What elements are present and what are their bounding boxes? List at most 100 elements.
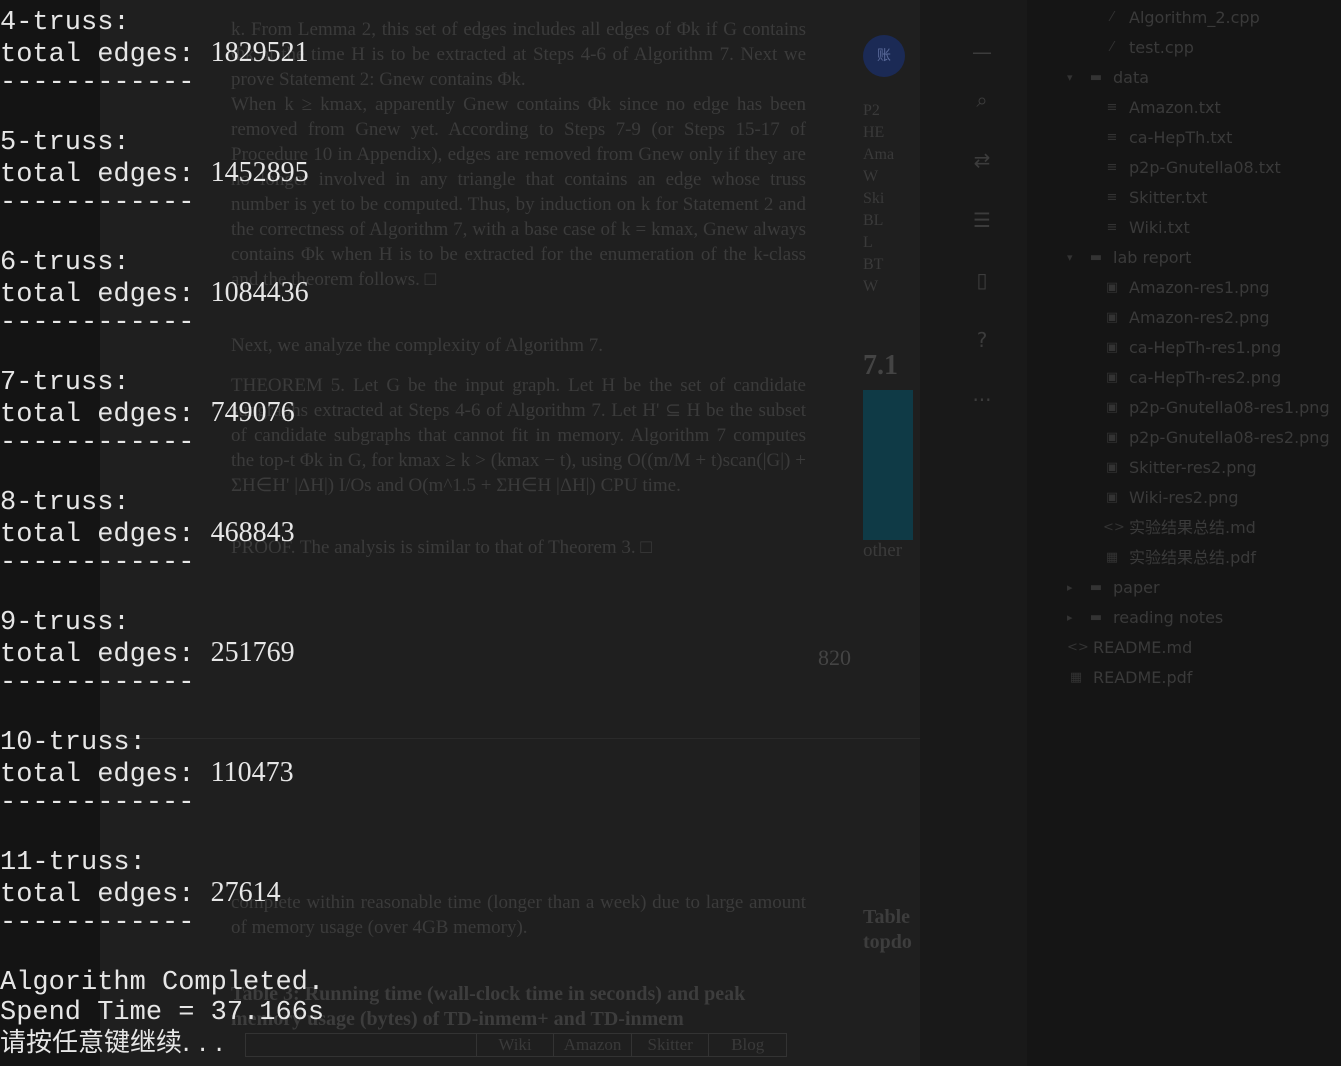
chevron-right-icon[interactable]: ▸ [1067, 603, 1079, 633]
total-edges-line: total edges: 251769 [0, 638, 920, 671]
markdown-file-icon: <> [1103, 520, 1125, 535]
explorer-item-label: Amazon.txt [1129, 98, 1221, 117]
truss-heading: 4-truss: [0, 8, 130, 38]
chevron-down-icon[interactable]: ▾ [1067, 243, 1079, 273]
text-file-icon: ≡ [1106, 220, 1118, 235]
separator-line: ------------ [0, 428, 195, 458]
chevron-down-icon[interactable]: ▾ [1067, 63, 1079, 93]
total-edges-line: total edges: 27614 [0, 877, 920, 911]
text-file-icon: ≡ [1106, 100, 1118, 115]
total-edges-line: total edges: 468843 [0, 517, 920, 551]
explorer-item-label: data [1113, 68, 1150, 87]
explorer-item-label: paper [1113, 578, 1160, 597]
explorer-file[interactable]: ▣ Skitter-res2.png [1103, 453, 1257, 483]
total-edges-line: total edges: 749076 [0, 398, 920, 431]
image-file-icon: ▣ [1105, 340, 1119, 355]
total-edges-line: total edges: 110473 [0, 757, 920, 791]
explorer-folder[interactable]: ▸ ▬ paper [1067, 573, 1160, 603]
press-any-key-prompt: 请按任意键继续. . . [0, 1028, 224, 1058]
cpp-file-icon: ⁄ [1110, 40, 1114, 55]
explorer-file[interactable]: ▣ Amazon-res1.png [1103, 273, 1270, 303]
explorer-file[interactable]: ▣ ca-HepTh-res1.png [1103, 333, 1281, 363]
truss-heading: 6-truss: [0, 248, 130, 278]
pdf-file-icon: ▦ [1105, 550, 1119, 565]
explorer-file[interactable]: ▣ Amazon-res2.png [1103, 303, 1270, 333]
explorer-item-label: README.md [1093, 638, 1193, 657]
total-edges-value: 1829521 [210, 37, 309, 68]
search-icon[interactable]: ⌕ [970, 88, 994, 112]
explorer-file[interactable]: ≡ Amazon.txt [1103, 93, 1221, 123]
explorer-folder[interactable]: ▾ ▬ lab report [1067, 243, 1191, 273]
explorer-file[interactable]: ▣ Wiki-res2.png [1103, 483, 1239, 513]
markdown-file-icon: <> [1067, 640, 1089, 655]
explorer-item-label: ca-HepTh-res1.png [1129, 338, 1282, 357]
explorer-item-label: p2p-Gnutella08-res1.png [1129, 398, 1330, 417]
folder-icon: ▬ [1089, 250, 1103, 265]
explorer-item-label: ca-HepTh-res2.png [1129, 368, 1282, 387]
folder-icon: ▬ [1089, 610, 1103, 625]
truss-block: 9-truss: total edges: 251769 ------------ [0, 608, 920, 698]
truss-block: 10-truss: total edges: 110473 ------------ [0, 728, 920, 818]
explorer-folder[interactable]: ▸ ▬ reading notes [1067, 603, 1223, 633]
truss-heading: 8-truss: [0, 488, 130, 518]
image-file-icon: ▣ [1105, 460, 1119, 475]
total-edges-label: total edges: [0, 280, 211, 310]
spend-time-line: Spend Time = 37.166s [0, 998, 325, 1028]
explorer-file[interactable]: ▦ 实验结果总结.pdf [1103, 543, 1256, 573]
image-file-icon: ▣ [1105, 280, 1119, 295]
explorer-file[interactable]: ▣ p2p-Gnutella08-res1.png [1103, 393, 1330, 423]
total-edges-value: 27614 [210, 877, 281, 908]
total-edges-line: total edges: 1084436 [0, 277, 920, 311]
explorer-file[interactable]: ⁄ test.cpp [1103, 33, 1194, 63]
image-file-icon: ▣ [1105, 310, 1119, 325]
explorer-item-label: p2p-Gnutella08.txt [1129, 158, 1281, 177]
explorer-item-label: 实验结果总结.md [1129, 518, 1256, 537]
help-icon[interactable]: ? [970, 328, 994, 352]
text-file-icon: ≡ [1106, 130, 1118, 145]
truss-block: 11-truss: total edges: 27614 ------------ [0, 848, 920, 938]
truss-block: 8-truss: total edges: 468843 ------------ [0, 488, 920, 578]
total-edges-value: 468843 [210, 517, 295, 548]
explorer-item-label: Skitter-res2.png [1129, 458, 1257, 477]
separator-line: ------------ [0, 68, 195, 98]
separator-line: ------------ [0, 188, 195, 218]
total-edges-label: total edges: [0, 760, 211, 790]
explorer-file[interactable]: ≡ ca-HepTh.txt [1103, 123, 1233, 153]
total-edges-value: 110473 [210, 757, 294, 788]
total-edges-label: total edges: [0, 640, 211, 670]
total-edges-label: total edges: [0, 40, 211, 70]
explorer-file[interactable]: ▣ p2p-Gnutella08-res2.png [1103, 423, 1330, 453]
total-edges-value: 1452895 [210, 157, 309, 188]
explorer-item-label: Skitter.txt [1129, 188, 1208, 207]
total-edges-line: total edges: 1452895 [0, 157, 920, 191]
status-line: Algorithm Completed. [0, 968, 325, 998]
explorer-file[interactable]: <> 实验结果总结.md [1103, 513, 1256, 543]
more-icon[interactable]: ··· [970, 388, 994, 412]
explorer-item-label: Wiki.txt [1129, 218, 1190, 237]
total-edges-value: 1084436 [210, 277, 309, 308]
image-file-icon: ▣ [1105, 430, 1119, 445]
explorer-file[interactable]: ≡ Wiki.txt [1103, 213, 1190, 243]
separator-line: ------------ [0, 308, 195, 338]
pdf-file-icon: ▦ [1069, 670, 1083, 685]
translate-icon[interactable]: ⇄ [970, 148, 994, 172]
book-icon[interactable]: ▯ [970, 268, 994, 292]
console-output: 4-truss: total edges: 1829521 ------------… [0, 8, 920, 1058]
explorer-folder[interactable]: ▾ ▬ data [1067, 63, 1149, 93]
separator-line: ------------ [0, 788, 195, 818]
separator-line: ------------ [0, 668, 195, 698]
explorer-file[interactable]: <> README.md [1067, 633, 1192, 663]
folder-icon: ▬ [1089, 70, 1103, 85]
chevron-right-icon[interactable]: ▸ [1067, 573, 1079, 603]
explorer-file[interactable]: ▣ ca-HepTh-res2.png [1103, 363, 1281, 393]
image-file-icon: ▣ [1105, 370, 1119, 385]
explorer-item-label: Amazon-res1.png [1129, 278, 1270, 297]
explorer-file[interactable]: ≡ p2p-Gnutella08.txt [1103, 153, 1281, 183]
truss-heading: 7-truss: [0, 368, 130, 398]
explorer-file[interactable]: ≡ Skitter.txt [1103, 183, 1208, 213]
text-file-icon: ≡ [1106, 160, 1118, 175]
explorer-file[interactable]: ⁄ Algorithm_2.cpp [1103, 3, 1260, 33]
minus-icon[interactable]: — [970, 40, 994, 64]
explorer-file[interactable]: ▦ README.pdf [1067, 663, 1193, 693]
sliders-icon[interactable]: ☰ [970, 208, 994, 232]
